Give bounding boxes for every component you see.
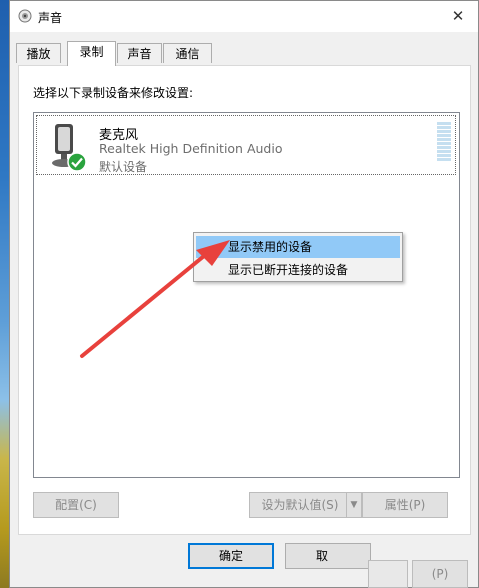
apply-button[interactable]: (P) bbox=[412, 560, 468, 588]
set-default-button[interactable]: 设为默认值(S) bbox=[249, 492, 351, 518]
menu-item-show-disconnected[interactable]: 显示已断开连接的设备 bbox=[196, 259, 400, 281]
overlapping-popup-fragment: (P) bbox=[368, 560, 468, 588]
ok-button[interactable]: 确定 bbox=[188, 543, 274, 569]
menu-item-show-disabled[interactable]: 显示禁用的设备 bbox=[196, 236, 400, 258]
configure-button[interactable]: 配置(C) bbox=[33, 492, 119, 518]
device-item-microphone[interactable]: 麦克风 Realtek High Definition Audio 默认设备 bbox=[36, 115, 456, 175]
tab-playback[interactable]: 播放 bbox=[16, 43, 61, 63]
dropdown-arrow-icon: ▼ bbox=[350, 500, 358, 510]
device-list[interactable]: 麦克风 Realtek High Definition Audio 默认设备 bbox=[33, 112, 460, 478]
close-button[interactable]: ✕ bbox=[444, 5, 472, 27]
device-description: Realtek High Definition Audio bbox=[99, 141, 283, 156]
level-meter bbox=[437, 122, 451, 162]
instruction-text: 选择以下录制设备来修改设置: bbox=[33, 86, 194, 100]
tab-communications[interactable]: 通信 bbox=[163, 43, 212, 63]
context-menu: 显示禁用的设备 显示已断开连接的设备 bbox=[193, 232, 403, 282]
sound-dialog: 声音 ✕ 播放 录制 声音 通信 选择以下录制设备来修改设置: 麦克风 Real… bbox=[9, 0, 479, 588]
close-icon: ✕ bbox=[451, 7, 465, 25]
tab-recording[interactable]: 录制 bbox=[67, 41, 116, 66]
speaker-icon bbox=[18, 9, 32, 23]
device-status: 默认设备 bbox=[99, 160, 148, 174]
tab-sounds[interactable]: 声音 bbox=[117, 43, 162, 63]
title-bar[interactable]: 声音 ✕ bbox=[10, 1, 478, 32]
cancel-button[interactable]: 取 bbox=[285, 543, 371, 569]
recording-panel: 选择以下录制设备来修改设置: 麦克风 Realtek High Definiti… bbox=[18, 65, 471, 535]
set-default-dropdown[interactable]: ▼ bbox=[346, 492, 362, 518]
window-title: 声音 bbox=[38, 11, 63, 25]
default-check-icon bbox=[67, 152, 87, 172]
properties-button[interactable]: 属性(P) bbox=[362, 492, 448, 518]
